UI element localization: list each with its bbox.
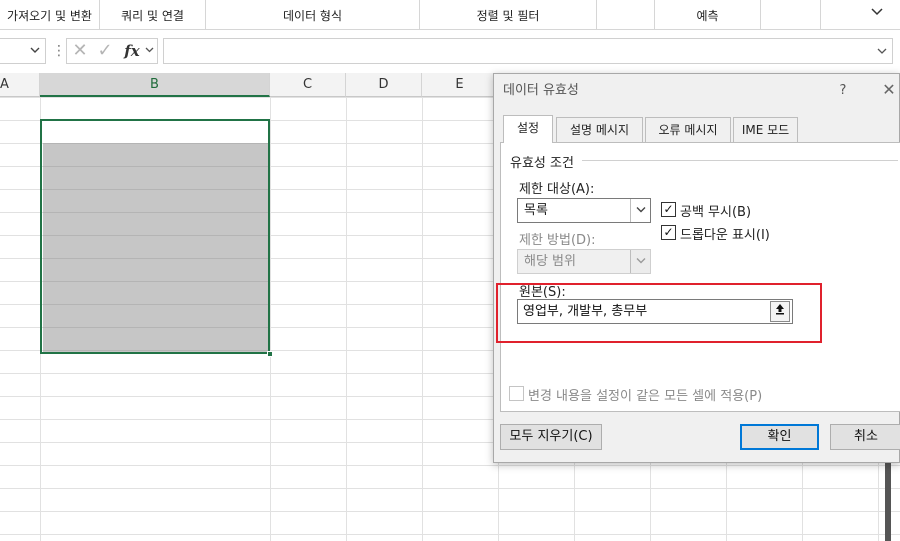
tab-ime-mode[interactable]: IME 모드 — [733, 117, 798, 142]
fx-chevron-down-icon[interactable] — [142, 38, 156, 64]
dialog-title: 데이터 유효성 — [503, 83, 579, 98]
column-header-d[interactable]: D — [346, 73, 422, 97]
allow-chevron-down-icon[interactable] — [630, 199, 650, 222]
tab-error-alert[interactable]: 오류 메시지 — [645, 117, 731, 142]
ignore-blank-label: 공백 무시(B) — [680, 205, 752, 220]
highlight-box — [496, 283, 822, 343]
column-header-e[interactable]: E — [422, 73, 498, 97]
ribbon-group-get-transform[interactable]: 가져오기 및 변환 — [0, 0, 100, 30]
enter-check-icon[interactable]: ✓ — [94, 38, 116, 64]
formula-input[interactable] — [163, 38, 893, 64]
section-divider — [582, 160, 898, 161]
close-icon[interactable]: ✕ — [880, 80, 898, 100]
allow-select-value: 목록 — [524, 203, 548, 218]
col-divider — [346, 97, 347, 541]
data-select-value: 해당 범위 — [524, 254, 576, 269]
in-cell-dropdown-label: 드롭다운 표시(I) — [680, 228, 770, 243]
col-divider — [270, 97, 271, 541]
section-title: 유효성 조건 — [510, 156, 574, 171]
ribbon-group-data-types[interactable]: 데이터 형식 — [206, 0, 420, 30]
more-dots-icon[interactable]: ⋮ — [52, 40, 66, 62]
ribbon-collapse-chevron-down-icon[interactable] — [862, 4, 892, 26]
column-header-b[interactable]: B — [40, 73, 270, 97]
col-divider — [422, 97, 423, 541]
ribbon-group-forecast[interactable]: 예측 — [655, 0, 761, 30]
ignore-blank-checkbox[interactable]: ✓ — [661, 202, 676, 217]
name-box-chevron-down-icon[interactable] — [26, 39, 44, 63]
help-icon[interactable]: ? — [836, 82, 850, 100]
fill-handle[interactable] — [267, 351, 273, 357]
formula-expand-chevron-down-icon[interactable] — [872, 38, 892, 64]
apply-all-checkbox — [509, 386, 524, 401]
column-header-a[interactable]: A — [0, 73, 40, 97]
cancel-button[interactable]: 취소 — [830, 424, 900, 450]
in-cell-dropdown-checkbox[interactable]: ✓ — [661, 225, 676, 240]
tab-settings[interactable]: 설정 — [503, 115, 553, 143]
insert-function-fx-icon[interactable]: fx — [122, 38, 142, 64]
ok-button[interactable]: 확인 — [740, 424, 819, 450]
apply-all-label: 변경 내용을 설정이 같은 모든 셀에 적용(P) — [528, 389, 763, 404]
column-header-c[interactable]: C — [270, 73, 346, 97]
selection-range[interactable] — [40, 119, 270, 354]
allow-label: 제한 대상(A): — [519, 182, 595, 197]
ribbon-group-queries-connections[interactable]: 쿼리 및 연결 — [100, 0, 206, 30]
data-chevron-down-icon — [630, 250, 650, 273]
cancel-x-icon[interactable]: ✕ — [70, 38, 90, 64]
ribbon-group-sort-filter[interactable]: 정렬 및 필터 — [420, 0, 596, 30]
tab-input-message[interactable]: 설명 메시지 — [556, 117, 643, 142]
data-select: 해당 범위 — [517, 249, 651, 274]
allow-select[interactable]: 목록 — [517, 198, 651, 223]
clear-all-button[interactable]: 모두 지우기(C) — [500, 424, 602, 450]
data-label: 제한 방법(D): — [519, 233, 596, 248]
